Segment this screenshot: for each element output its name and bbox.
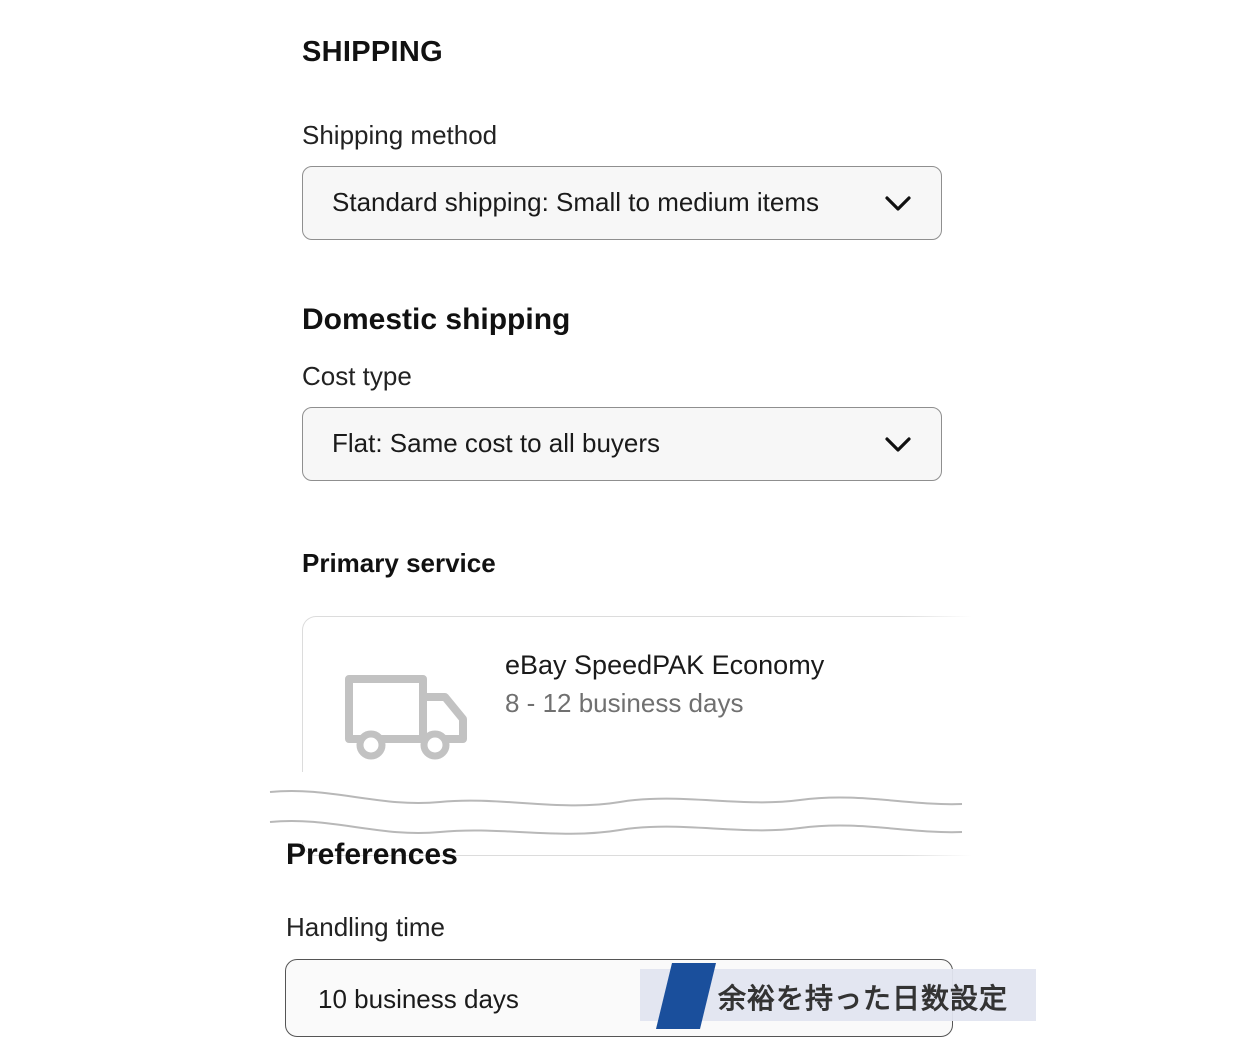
truck-icon	[345, 675, 467, 760]
shipping-method-select[interactable]: Standard shipping: Small to medium items	[302, 166, 942, 240]
annotation-accent-stripe	[656, 963, 716, 1029]
annotation-callout: 余裕を持った日数設定	[640, 963, 1036, 1029]
domestic-shipping-title: Domestic shipping	[302, 303, 571, 336]
cost-type-select[interactable]: Flat: Same cost to all buyers	[302, 407, 942, 481]
cost-type-label: Cost type	[302, 361, 412, 391]
primary-service-title: Primary service	[302, 548, 496, 578]
service-name: eBay SpeedPAK Economy	[505, 650, 825, 680]
service-delivery-time: 8 - 12 business days	[505, 688, 744, 718]
annotation-text: 余裕を持った日数設定	[718, 982, 1009, 1015]
screenshot-tear-divider	[0, 772, 1250, 842]
preferences-title: Preferences	[286, 838, 458, 871]
chevron-down-icon	[885, 196, 911, 211]
shipping-method-label: Shipping method	[302, 120, 498, 150]
handling-time-value: 10 business days	[318, 984, 519, 1014]
handling-time-label: Handling time	[286, 912, 445, 942]
shipping-method-value: Standard shipping: Small to medium items	[332, 187, 820, 217]
chevron-down-icon	[885, 437, 911, 452]
cost-type-value: Flat: Same cost to all buyers	[332, 428, 661, 458]
shipping-section-title: SHIPPING	[302, 36, 443, 68]
